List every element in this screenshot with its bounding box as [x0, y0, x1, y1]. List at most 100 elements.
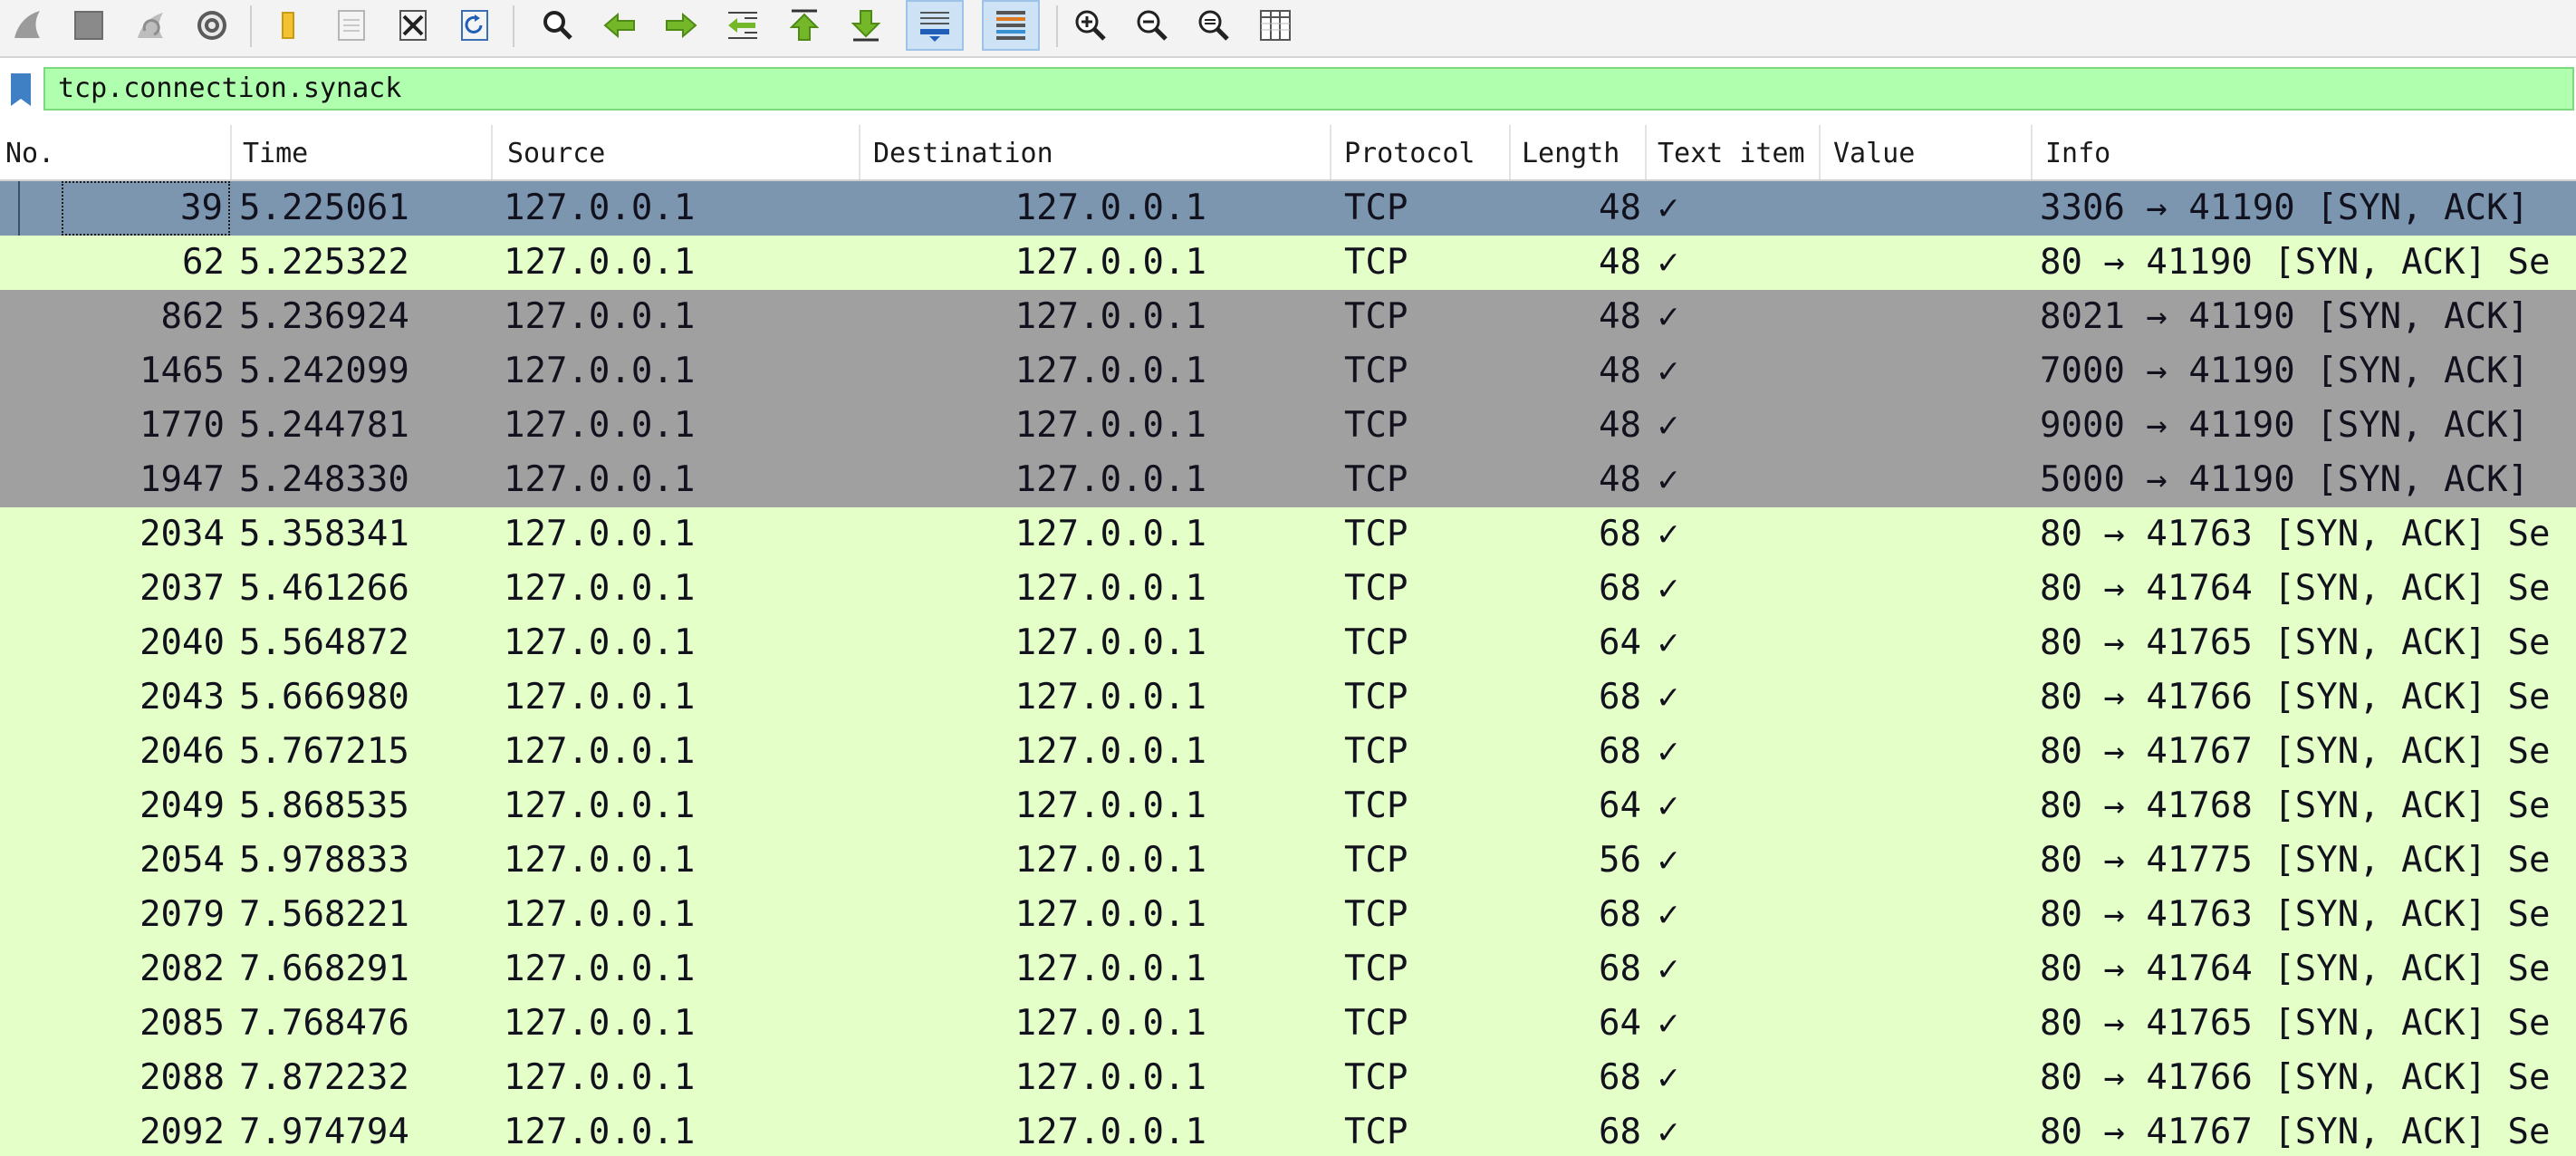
packet-row[interactable]: 1947 5.248330 127.0.0.1 127.0.0.1 TCP 48 ✓ 5000…	[0, 453, 2576, 507]
packet-row[interactable]: 2046 5.767215 127.0.0.1 127.0.0.1 TCP 68 ✓ 80 →…	[0, 725, 2576, 779]
column-header-info[interactable]: Info	[2034, 125, 2576, 179]
packet-time: 7.872232	[239, 1057, 409, 1098]
packet-time: 5.978833	[239, 840, 409, 881]
packet-source: 127.0.0.1	[504, 459, 696, 500]
first-packet-button[interactable]	[783, 4, 826, 47]
packet-protocol: TCP	[1344, 622, 1408, 663]
column-header-time[interactable]: Time	[234, 125, 493, 179]
column-header-no[interactable]: No.	[0, 125, 232, 179]
packet-source: 127.0.0.1	[504, 1112, 696, 1152]
packet-value	[1824, 181, 2031, 236]
packet-protocol: TCP	[1344, 785, 1408, 826]
open-file-button[interactable]	[268, 4, 312, 47]
resize-columns-button[interactable]	[1254, 4, 1297, 47]
packet-time: 5.248330	[239, 459, 409, 500]
packet-text-item: ✓	[1658, 296, 1679, 337]
colorize-toggle[interactable]	[982, 0, 1040, 51]
column-header-protocol[interactable]: Protocol	[1333, 125, 1511, 179]
packet-row[interactable]: 2043 5.666980 127.0.0.1 127.0.0.1 TCP 68 ✓ 80 →…	[0, 670, 2576, 725]
packet-destination: 127.0.0.1	[1014, 949, 1206, 989]
column-header-value[interactable]: Value	[1822, 125, 2033, 179]
packet-text-item: ✓	[1658, 949, 1679, 989]
packet-source: 127.0.0.1	[504, 622, 696, 663]
zoom-in-button[interactable]	[1069, 4, 1112, 47]
packet-length: 48	[1599, 188, 1641, 228]
packet-source: 127.0.0.1	[504, 242, 696, 283]
packet-value	[1824, 1105, 2031, 1156]
packet-row[interactable]: 2092 7.974794 127.0.0.1 127.0.0.1 TCP 68 ✓ 80 →…	[0, 1105, 2576, 1156]
packet-value	[1824, 236, 2031, 290]
packet-destination: 127.0.0.1	[1014, 677, 1206, 718]
packet-row[interactable]: 2088 7.872232 127.0.0.1 127.0.0.1 TCP 68 ✓ 80 →…	[0, 1051, 2576, 1105]
packet-value	[1824, 344, 2031, 399]
packet-protocol: TCP	[1344, 949, 1408, 989]
packet-protocol: TCP	[1344, 894, 1408, 935]
packet-row[interactable]: 2037 5.461266 127.0.0.1 127.0.0.1 TCP 68 ✓ 80 →…	[0, 562, 2576, 616]
packet-value	[1824, 1051, 2031, 1105]
packet-length: 48	[1599, 351, 1641, 391]
go-to-packet-button[interactable]	[721, 4, 764, 47]
find-packet-button[interactable]	[536, 4, 580, 47]
close-file-button[interactable]	[391, 4, 435, 47]
packet-protocol: TCP	[1344, 459, 1408, 500]
autoscroll-icon	[920, 12, 949, 42]
column-header-text-item[interactable]: Text item	[1648, 125, 1821, 179]
packet-row[interactable]: 1770 5.244781 127.0.0.1 127.0.0.1 TCP 48 ✓ 9000…	[0, 399, 2576, 453]
packet-destination: 127.0.0.1	[1014, 242, 1206, 283]
display-filter-input[interactable]: tcp.connection.synack	[43, 67, 2574, 111]
packet-row[interactable]: 2082 7.668291 127.0.0.1 127.0.0.1 TCP 68 ✓ 80 →…	[0, 942, 2576, 997]
packet-time: 7.568221	[239, 894, 409, 935]
packet-row[interactable]: 2034 5.358341 127.0.0.1 127.0.0.1 TCP 68 ✓ 80 →…	[0, 507, 2576, 562]
packet-value	[1824, 888, 2031, 942]
save-file-button[interactable]	[330, 4, 373, 47]
packet-destination: 127.0.0.1	[1014, 894, 1206, 935]
zoom-out-button[interactable]	[1130, 4, 1174, 47]
restart-fin-icon	[138, 13, 163, 38]
toolbar-separator	[513, 5, 514, 47]
column-header-length[interactable]: Length	[1513, 125, 1647, 179]
packet-destination: 127.0.0.1	[1014, 459, 1206, 500]
packet-destination: 127.0.0.1	[1014, 514, 1206, 554]
packet-text-item: ✓	[1658, 785, 1679, 826]
column-header-destination[interactable]: Destination	[862, 125, 1331, 179]
packet-destination: 127.0.0.1	[1014, 351, 1206, 391]
packet-time: 5.767215	[239, 731, 409, 772]
packet-row[interactable]: 2040 5.564872 127.0.0.1 127.0.0.1 TCP 64 ✓ 80 →…	[0, 616, 2576, 670]
packet-row[interactable]: 62 5.225322 127.0.0.1 127.0.0.1 TCP 48 ✓ 80 → 4…	[0, 236, 2576, 290]
packet-time: 5.225322	[239, 242, 409, 283]
packet-length: 68	[1599, 731, 1641, 772]
find-magnifier-icon	[543, 11, 572, 40]
restart-capture-button[interactable]	[129, 4, 172, 47]
packet-info: 80 → 41764 [SYN, ACK] Se	[2040, 568, 2551, 609]
zoom-normal-icon	[1198, 10, 1229, 41]
packet-time: 7.768476	[239, 1003, 409, 1044]
filter-bookmark-button[interactable]	[0, 69, 42, 111]
packet-row[interactable]: 2079 7.568221 127.0.0.1 127.0.0.1 TCP 68 ✓ 80 →…	[0, 888, 2576, 942]
reload-icon	[461, 10, 488, 41]
packet-list-header: No. Time Source Destination Protocol Len…	[0, 125, 2576, 181]
packet-row[interactable]: 2054 5.978833 127.0.0.1 127.0.0.1 TCP 56 ✓ 80 →…	[0, 833, 2576, 888]
packet-row[interactable]: 862 5.236924 127.0.0.1 127.0.0.1 TCP 48 ✓ 8021 …	[0, 290, 2576, 344]
arrow-left-icon	[603, 12, 635, 39]
packet-row[interactable]: 1465 5.242099 127.0.0.1 127.0.0.1 TCP 48 ✓ 7000…	[0, 344, 2576, 399]
column-header-source[interactable]: Source	[495, 125, 860, 179]
stop-capture-button[interactable]	[67, 4, 111, 47]
packet-row[interactable]: 2085 7.768476 127.0.0.1 127.0.0.1 TCP 64 ✓ 80 →…	[0, 997, 2576, 1051]
gear-icon	[197, 11, 226, 40]
start-capture-button[interactable]	[5, 4, 49, 47]
go-forward-button[interactable]	[659, 4, 703, 47]
reload-file-button[interactable]	[453, 4, 496, 47]
packet-destination: 127.0.0.1	[1014, 1003, 1206, 1044]
packet-number: 2085	[139, 1003, 225, 1044]
capture-options-button[interactable]	[190, 4, 234, 47]
autoscroll-toggle[interactable]	[906, 0, 964, 51]
go-back-button[interactable]	[598, 4, 641, 47]
packet-protocol: TCP	[1344, 188, 1408, 228]
packet-source: 127.0.0.1	[504, 840, 696, 881]
last-packet-button[interactable]	[844, 4, 888, 47]
normal-size-button[interactable]	[1192, 4, 1235, 47]
packet-length: 68	[1599, 677, 1641, 718]
packet-row-selected[interactable]: 39 5.225061 127.0.0.1 127.0.0.1 TCP 48 ✓ 3306 →…	[0, 181, 2576, 236]
packet-source: 127.0.0.1	[504, 188, 696, 228]
packet-row[interactable]: 2049 5.868535 127.0.0.1 127.0.0.1 TCP 64 ✓ 80 →…	[0, 779, 2576, 833]
